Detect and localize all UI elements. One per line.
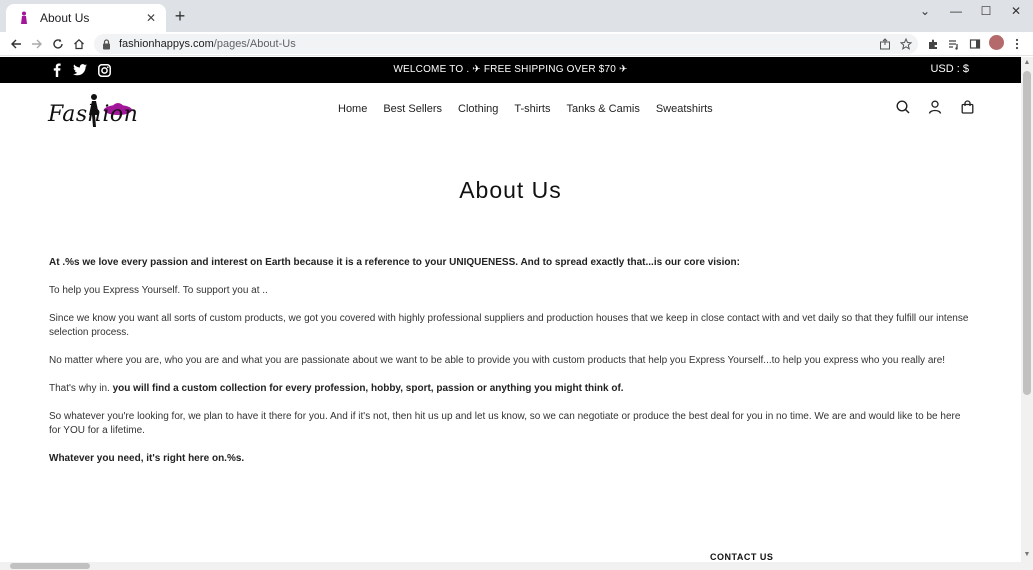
- page-title: About Us: [459, 177, 562, 203]
- vertical-scrollbar[interactable]: ▲ ▼: [1021, 57, 1033, 570]
- paragraph-2: To help you Express Yourself. To support…: [49, 285, 268, 296]
- site-header: Fashion Home Best Sellers Clothing T-shi…: [0, 83, 1021, 143]
- nav-item-t-shirts[interactable]: T-shirts: [514, 103, 550, 115]
- horizontal-scrollbar-thumb[interactable]: [10, 563, 90, 569]
- share-icon[interactable]: [877, 36, 893, 52]
- paragraph-1-text: At .%s we love every passion and interes…: [49, 257, 740, 268]
- scroll-down-icon[interactable]: ▼: [1023, 551, 1031, 559]
- extensions-icon[interactable]: [925, 36, 941, 52]
- side-panel-icon[interactable]: [967, 36, 983, 52]
- main-nav: Home Best Sellers Clothing T-shirts Tank…: [338, 103, 729, 115]
- currency-selector[interactable]: USD : $: [930, 63, 969, 75]
- minimize-button[interactable]: —: [946, 4, 966, 18]
- nav-item-tanks-camis[interactable]: Tanks & Camis: [566, 103, 639, 115]
- new-tab-button[interactable]: +: [172, 7, 188, 25]
- browser-menu-icon[interactable]: [1009, 36, 1025, 52]
- paragraph-5: That's why in. you will find a custom co…: [49, 382, 971, 396]
- nav-item-clothing[interactable]: Clothing: [458, 103, 498, 115]
- scrollbar-thumb[interactable]: [1023, 71, 1031, 395]
- browser-tab-about-us[interactable]: About Us ✕: [6, 4, 166, 32]
- window-close-button[interactable]: ✕: [1006, 4, 1026, 18]
- favicon-icon: [18, 11, 30, 25]
- scroll-up-icon[interactable]: ▲: [1023, 59, 1031, 67]
- footer-contact-heading: CONTACT US: [710, 552, 774, 562]
- lock-icon[interactable]: [102, 38, 111, 50]
- paragraph-6: So whatever you're looking for, we plan …: [49, 411, 961, 436]
- about-content: At .%s we love every passion and interes…: [49, 256, 971, 480]
- url-path: /pages/About-Us: [213, 38, 296, 50]
- paragraph-5-bold: you will find a custom collection for ev…: [112, 383, 624, 394]
- paragraph-7-text: Whatever you need, it's right here on.%s…: [49, 453, 245, 464]
- home-icon[interactable]: [71, 36, 87, 52]
- search-icon[interactable]: [895, 99, 911, 115]
- browser-window: About Us ✕ + ⌄ — ☐ ✕ fashionhappys.com/p…: [0, 0, 1033, 570]
- nav-item-home[interactable]: Home: [338, 103, 367, 115]
- paragraph-3: Since we know you want all sorts of cust…: [49, 313, 969, 338]
- nav-item-sweatshirts[interactable]: Sweatshirts: [656, 103, 713, 115]
- paragraph-4: No matter where you are, who you are and…: [49, 355, 946, 366]
- tab-strip: About Us ✕ + ⌄ — ☐ ✕: [0, 0, 1033, 32]
- bookmark-star-icon[interactable]: [898, 36, 914, 52]
- account-icon[interactable]: [927, 99, 943, 115]
- tab-search-icon[interactable]: ⌄: [915, 4, 935, 18]
- maximize-button[interactable]: ☐: [976, 4, 996, 18]
- announcement-text: WELCOME TO . ✈ FREE SHIPPING OVER $70 ✈: [393, 64, 628, 75]
- url-host: fashionhappys.com: [119, 38, 214, 50]
- tab-close-icon[interactable]: ✕: [144, 11, 158, 25]
- paragraph-5-plain: That's why in.: [49, 383, 113, 394]
- reload-icon[interactable]: [50, 36, 66, 52]
- profile-avatar[interactable]: [989, 35, 1004, 50]
- paragraph-1: At .%s we love every passion and interes…: [49, 256, 971, 270]
- media-queue-icon[interactable]: [946, 36, 962, 52]
- tab-title: About Us: [40, 11, 90, 25]
- web-page: WELCOME TO . ✈ FREE SHIPPING OVER $70 ✈ …: [0, 57, 1021, 570]
- horizontal-scrollbar[interactable]: [0, 562, 1021, 570]
- cart-bag-icon[interactable]: [959, 99, 975, 115]
- nav-item-best-sellers[interactable]: Best Sellers: [383, 103, 442, 115]
- forward-arrow-icon[interactable]: [29, 36, 45, 52]
- announcement-bar: WELCOME TO . ✈ FREE SHIPPING OVER $70 ✈ …: [0, 57, 1021, 83]
- back-arrow-icon[interactable]: [8, 36, 24, 52]
- logo-text: Fashion: [48, 102, 139, 127]
- url-text: fashionhappys.com/pages/About-Us: [119, 38, 296, 50]
- address-bar[interactable]: fashionhappys.com/pages/About-Us: [94, 34, 918, 54]
- paragraph-7: Whatever you need, it's right here on.%s…: [49, 452, 971, 466]
- browser-toolbar: fashionhappys.com/pages/About-Us: [0, 32, 1033, 56]
- site-logo[interactable]: Fashion: [48, 93, 139, 131]
